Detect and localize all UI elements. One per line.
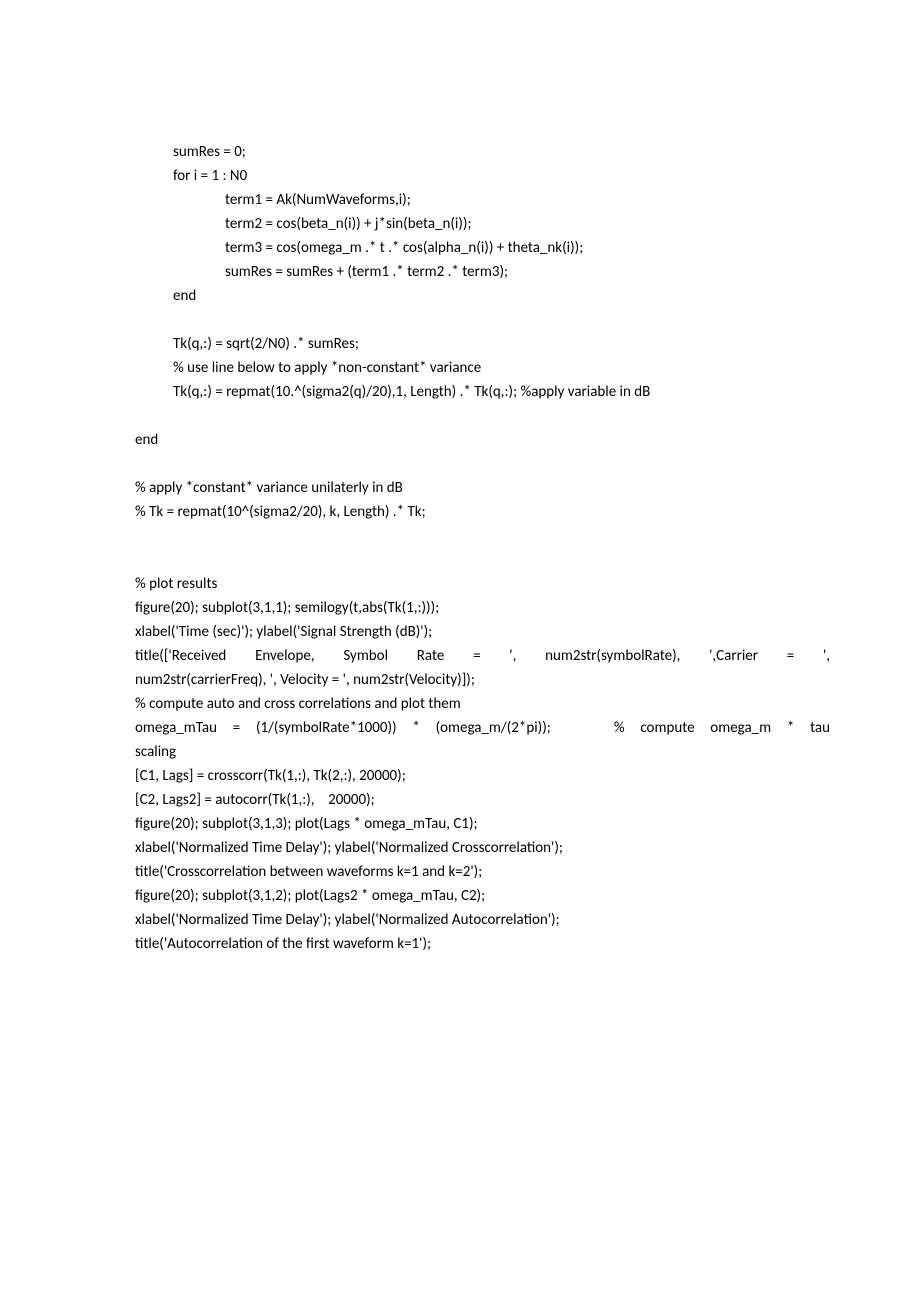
code-line: [C1, Lags] = crosscorr(Tk(1,:), Tk(2,:),… xyxy=(135,764,830,788)
code-line: omega_mTau = (1/(symbolRate*1000)) * (om… xyxy=(135,716,830,740)
code-line: title('Autocorrelation of the first wave… xyxy=(135,932,830,956)
blank-line xyxy=(135,548,830,572)
code-line: sumRes = 0; xyxy=(135,140,830,164)
document-page: sumRes = 0;for i = 1 : N0term1 = Ak(NumW… xyxy=(0,0,920,1036)
blank-line xyxy=(135,404,830,428)
code-line: Tk(q,:) = repmat(10.^(sigma2(q)/20),1, L… xyxy=(135,380,830,404)
code-line: % compute auto and cross correlations an… xyxy=(135,692,830,716)
blank-line xyxy=(135,524,830,548)
code-line: end xyxy=(135,284,830,308)
code-line: term3 = cos(omega_m .* t .* cos(alpha_n(… xyxy=(135,236,830,260)
code-line: % use line below to apply *non-constant*… xyxy=(135,356,830,380)
code-line: % Tk = repmat(10^(sigma2/20), k, Length)… xyxy=(135,500,830,524)
code-line: Tk(q,:) = sqrt(2/N0) .* sumRes; xyxy=(135,332,830,356)
code-line: end xyxy=(135,428,830,452)
code-line: % apply *constant* variance unilaterly i… xyxy=(135,476,830,500)
code-line: % plot results xyxy=(135,572,830,596)
code-line: term1 = Ak(NumWaveforms,i); xyxy=(135,188,830,212)
code-line: xlabel('Normalized Time Delay'); ylabel(… xyxy=(135,836,830,860)
code-line: num2str(carrierFreq), ', Velocity = ', n… xyxy=(135,668,830,692)
blank-line xyxy=(135,452,830,476)
code-line: sumRes = sumRes + (term1 .* term2 .* ter… xyxy=(135,260,830,284)
code-line: for i = 1 : N0 xyxy=(135,164,830,188)
code-line: term2 = cos(beta_n(i)) + j*sin(beta_n(i)… xyxy=(135,212,830,236)
code-line: title(['Received Envelope, Symbol Rate =… xyxy=(135,644,830,668)
code-line: scaling xyxy=(135,740,830,764)
code-line: [C2, Lags2] = autocorr(Tk(1,:), 20000); xyxy=(135,788,830,812)
code-line: xlabel('Normalized Time Delay'); ylabel(… xyxy=(135,908,830,932)
code-line: figure(20); subplot(3,1,3); plot(Lags * … xyxy=(135,812,830,836)
blank-line xyxy=(135,308,830,332)
code-line: title('Crosscorrelation between waveform… xyxy=(135,860,830,884)
code-line: figure(20); subplot(3,1,1); semilogy(t,a… xyxy=(135,596,830,620)
code-line: xlabel('Time (sec)'); ylabel('Signal Str… xyxy=(135,620,830,644)
code-line: figure(20); subplot(3,1,2); plot(Lags2 *… xyxy=(135,884,830,908)
